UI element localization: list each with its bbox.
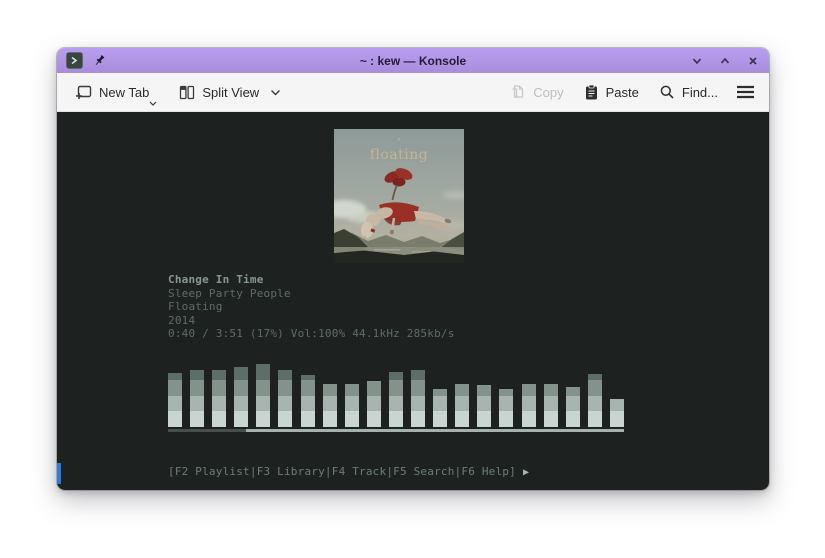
visualizer-bar xyxy=(212,370,226,427)
visualizer-bar xyxy=(367,381,381,427)
visualizer-bar xyxy=(168,373,182,427)
track-year: 2014 xyxy=(168,314,455,328)
split-view-chevron-icon xyxy=(270,89,281,96)
visualizer-bar xyxy=(323,384,337,427)
split-view-button[interactable]: Split View xyxy=(179,85,281,100)
visualizer-bar xyxy=(588,374,602,427)
find-label: Find... xyxy=(682,85,718,100)
konsole-app-icon[interactable] xyxy=(66,52,83,69)
album-art-title: floating xyxy=(370,147,429,163)
visualizer-bar xyxy=(301,375,315,427)
visualizer-bar xyxy=(190,370,204,427)
visualizer-bar xyxy=(544,384,558,427)
new-tab-label: New Tab xyxy=(99,85,149,100)
konsole-window: ~ : kew — Konsole New Tab xyxy=(57,48,769,490)
paste-icon xyxy=(584,84,599,101)
find-button[interactable]: Find... xyxy=(659,84,718,100)
close-button[interactable] xyxy=(746,54,760,68)
visualizer-bar xyxy=(522,384,536,427)
paste-label: Paste xyxy=(606,85,639,100)
new-tab-caret-icon xyxy=(149,101,157,106)
split-view-label: Split View xyxy=(202,85,259,100)
visualizer-bar xyxy=(566,387,580,427)
pin-icon[interactable] xyxy=(93,54,106,67)
menu-button[interactable] xyxy=(736,85,755,99)
maximize-button[interactable] xyxy=(718,54,732,68)
visualizer-bar xyxy=(234,367,248,427)
visualizer-bar xyxy=(411,370,425,427)
visualizer xyxy=(168,364,624,427)
toolbar: New Tab Split View Copy xyxy=(57,73,769,112)
progress-bar[interactable] xyxy=(168,429,624,432)
copy-button[interactable]: Copy xyxy=(510,84,563,101)
window-controls xyxy=(690,54,760,68)
track-info: Change In Time Sleep Party People Floati… xyxy=(168,273,455,341)
track-title: Change In Time xyxy=(168,273,455,287)
new-tab-button[interactable]: New Tab xyxy=(75,84,149,100)
help-line-text: [F2 Playlist|F3 Library|F4 Track|F5 Sear… xyxy=(168,465,516,478)
album-art: floating xyxy=(334,129,464,263)
track-artist: Sleep Party People xyxy=(168,287,455,301)
visualizer-bar xyxy=(345,384,359,427)
copy-icon xyxy=(510,84,526,101)
visualizer-bar xyxy=(499,389,513,427)
split-view-icon xyxy=(179,85,195,100)
visualizer-bar xyxy=(256,364,270,427)
minimize-button[interactable] xyxy=(690,54,704,68)
visualizer-bar xyxy=(389,372,403,427)
paste-button[interactable]: Paste xyxy=(584,84,639,101)
terminal-area[interactable]: floating xyxy=(57,112,769,490)
scrollbar-indicator[interactable] xyxy=(57,463,61,484)
help-line: [F2 Playlist|F3 Library|F4 Track|F5 Sear… xyxy=(168,465,529,478)
titlebar[interactable]: ~ : kew — Konsole xyxy=(57,48,769,73)
window-title: ~ : kew — Konsole xyxy=(57,54,769,68)
terminal-prompt-icon xyxy=(70,56,79,65)
visualizer-bar xyxy=(477,385,491,427)
copy-label: Copy xyxy=(533,85,563,100)
search-icon xyxy=(659,84,675,100)
hamburger-icon xyxy=(736,85,755,99)
visualizer-bar xyxy=(610,399,624,427)
visualizer-bar xyxy=(455,384,469,427)
playback-status-line: 0:40 / 3:51 (17%) Vol:100% 44.1kHz 285kb… xyxy=(168,327,455,341)
track-album: Floating xyxy=(168,300,455,314)
progress-elapsed xyxy=(168,429,246,432)
visualizer-bar xyxy=(278,370,292,427)
visualizer-bar xyxy=(433,389,447,427)
play-indicator: ▶ xyxy=(523,467,529,478)
new-tab-icon xyxy=(75,84,92,100)
progress-remaining xyxy=(246,429,624,432)
